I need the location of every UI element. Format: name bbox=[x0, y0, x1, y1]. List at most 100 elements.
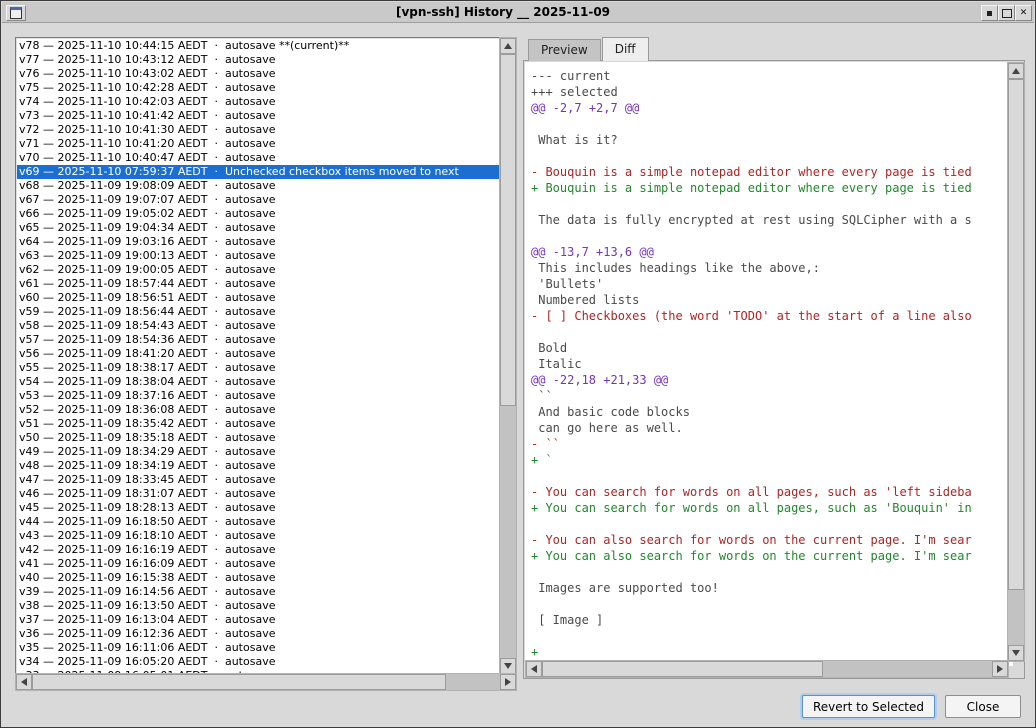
version-list-item[interactable]: v70 — 2025-11-10 10:40:47 AEDT · autosav… bbox=[17, 151, 501, 165]
version-list-item[interactable]: v74 — 2025-11-10 10:42:03 AEDT · autosav… bbox=[17, 95, 501, 109]
diff-line: And basic code blocks bbox=[531, 404, 1013, 420]
scroll-left-arrow[interactable] bbox=[526, 661, 542, 677]
scroll-track[interactable] bbox=[32, 674, 500, 690]
scroll-thumb[interactable] bbox=[542, 661, 823, 677]
revert-to-selected-button[interactable]: Revert to Selected bbox=[802, 695, 935, 718]
diff-line: + Bouquin is a simple notepad editor whe… bbox=[531, 180, 1013, 196]
scroll-thumb[interactable] bbox=[500, 54, 516, 406]
titlebar[interactable]: [vpn-ssh] History __ 2025-11-09 ✕ bbox=[2, 2, 1034, 23]
version-list-item[interactable]: v45 — 2025-11-09 18:28:13 AEDT · autosav… bbox=[17, 501, 501, 515]
maximize-button[interactable] bbox=[998, 5, 1015, 21]
version-list-item[interactable]: v57 — 2025-11-09 18:54:36 AEDT · autosav… bbox=[17, 333, 501, 347]
version-list-item[interactable]: v61 — 2025-11-09 18:57:44 AEDT · autosav… bbox=[17, 277, 501, 291]
diff-line: - You can also search for words on the c… bbox=[531, 532, 1013, 548]
version-list-item[interactable]: v42 — 2025-11-09 16:16:19 AEDT · autosav… bbox=[17, 543, 501, 557]
diff-line bbox=[531, 196, 1013, 212]
version-list-item[interactable]: v54 — 2025-11-09 18:38:04 AEDT · autosav… bbox=[17, 375, 501, 389]
scroll-down-arrow[interactable] bbox=[500, 658, 516, 674]
version-list-item[interactable]: v60 — 2025-11-09 18:56:51 AEDT · autosav… bbox=[17, 291, 501, 305]
version-list-item[interactable]: v40 — 2025-11-09 16:15:38 AEDT · autosav… bbox=[17, 571, 501, 585]
diff-line bbox=[531, 148, 1013, 164]
version-list-hscrollbar[interactable] bbox=[15, 673, 517, 691]
version-list-item[interactable]: v48 — 2025-11-09 18:34:19 AEDT · autosav… bbox=[17, 459, 501, 473]
version-list-item[interactable]: v72 — 2025-11-10 10:41:30 AEDT · autosav… bbox=[17, 123, 501, 137]
minimize-button[interactable] bbox=[981, 5, 998, 21]
version-list-item[interactable]: v73 — 2025-11-10 10:41:42 AEDT · autosav… bbox=[17, 109, 501, 123]
diff-view[interactable]: --- current+++ selected@@ -2,7 +2,7 @@ W… bbox=[525, 62, 1013, 666]
diff-line bbox=[531, 324, 1013, 340]
arrow-down-icon bbox=[504, 663, 512, 669]
version-list-item[interactable]: v49 — 2025-11-09 18:34:29 AEDT · autosav… bbox=[17, 445, 501, 459]
diff-line: Italic bbox=[531, 356, 1013, 372]
diff-line bbox=[531, 468, 1013, 484]
diff-vscrollbar[interactable] bbox=[1007, 62, 1025, 662]
version-list-item[interactable]: v62 — 2025-11-09 19:00:05 AEDT · autosav… bbox=[17, 263, 501, 277]
version-list-item[interactable]: v65 — 2025-11-09 19:04:34 AEDT · autosav… bbox=[17, 221, 501, 235]
version-list-item[interactable]: v56 — 2025-11-09 18:41:20 AEDT · autosav… bbox=[17, 347, 501, 361]
scroll-track[interactable] bbox=[542, 661, 992, 677]
version-list-item[interactable]: v77 — 2025-11-10 10:43:12 AEDT · autosav… bbox=[17, 53, 501, 67]
scroll-thumb[interactable] bbox=[32, 674, 446, 690]
version-list-item[interactable]: v37 — 2025-11-09 16:13:04 AEDT · autosav… bbox=[17, 613, 501, 627]
version-list-item[interactable]: v47 — 2025-11-09 18:33:45 AEDT · autosav… bbox=[17, 473, 501, 487]
arrow-right-icon bbox=[997, 665, 1003, 673]
version-list-item[interactable]: v34 — 2025-11-09 16:05:20 AEDT · autosav… bbox=[17, 655, 501, 669]
diff-line: @@ -13,7 +13,6 @@ bbox=[531, 244, 1013, 260]
version-list-item[interactable]: v69 — 2025-11-10 07:59:37 AEDT · Uncheck… bbox=[17, 165, 501, 179]
version-list-item[interactable]: v51 — 2025-11-09 18:35:42 AEDT · autosav… bbox=[17, 417, 501, 431]
scroll-thumb[interactable] bbox=[1008, 79, 1024, 590]
version-list-item[interactable]: v75 — 2025-11-10 10:42:28 AEDT · autosav… bbox=[17, 81, 501, 95]
scroll-left-arrow[interactable] bbox=[16, 674, 32, 690]
version-list-item[interactable]: v76 — 2025-11-10 10:43:02 AEDT · autosav… bbox=[17, 67, 501, 81]
version-list-item[interactable]: v50 — 2025-11-09 18:35:18 AEDT · autosav… bbox=[17, 431, 501, 445]
version-list-item[interactable]: v39 — 2025-11-09 16:14:56 AEDT · autosav… bbox=[17, 585, 501, 599]
diff-line bbox=[531, 628, 1013, 644]
diff-line: --- current bbox=[531, 68, 1013, 84]
version-list-item[interactable]: v53 — 2025-11-09 18:37:16 AEDT · autosav… bbox=[17, 389, 501, 403]
version-list-item[interactable]: v38 — 2025-11-09 16:13:50 AEDT · autosav… bbox=[17, 599, 501, 613]
version-list-item[interactable]: v41 — 2025-11-09 16:16:09 AEDT · autosav… bbox=[17, 557, 501, 571]
version-list-item[interactable]: v59 — 2025-11-09 18:56:44 AEDT · autosav… bbox=[17, 305, 501, 319]
arrow-left-icon bbox=[531, 665, 537, 673]
scroll-track[interactable] bbox=[1008, 79, 1024, 645]
maximize-icon bbox=[1002, 9, 1012, 18]
version-list-item[interactable]: v67 — 2025-11-09 19:07:07 AEDT · autosav… bbox=[17, 193, 501, 207]
version-list-item[interactable]: v71 — 2025-11-10 10:41:20 AEDT · autosav… bbox=[17, 137, 501, 151]
version-list-item[interactable]: v63 — 2025-11-09 19:00:13 AEDT · autosav… bbox=[17, 249, 501, 263]
version-list-item[interactable]: v36 — 2025-11-09 16:12:36 AEDT · autosav… bbox=[17, 627, 501, 641]
version-list-vscrollbar[interactable] bbox=[499, 37, 517, 675]
tab-diff[interactable]: Diff bbox=[602, 37, 649, 61]
tab-preview[interactable]: Preview bbox=[528, 39, 601, 61]
scroll-up-arrow[interactable] bbox=[500, 38, 516, 54]
version-list-item[interactable]: v78 — 2025-11-10 10:44:15 AEDT · autosav… bbox=[17, 39, 501, 53]
scroll-right-arrow[interactable] bbox=[992, 661, 1008, 677]
close-button[interactable]: Close bbox=[945, 695, 1021, 718]
scroll-right-arrow[interactable] bbox=[500, 674, 516, 690]
version-list-item[interactable]: v44 — 2025-11-09 16:18:50 AEDT · autosav… bbox=[17, 515, 501, 529]
version-list-item[interactable]: v55 — 2025-11-09 18:38:17 AEDT · autosav… bbox=[17, 361, 501, 375]
version-list-item[interactable]: v35 — 2025-11-09 16:11:06 AEDT · autosav… bbox=[17, 641, 501, 655]
version-list-item[interactable]: v43 — 2025-11-09 16:18:10 AEDT · autosav… bbox=[17, 529, 501, 543]
arrow-down-icon bbox=[1012, 650, 1020, 656]
version-list-item[interactable]: v68 — 2025-11-09 19:08:09 AEDT · autosav… bbox=[17, 179, 501, 193]
version-list-item[interactable]: v58 — 2025-11-09 18:54:43 AEDT · autosav… bbox=[17, 319, 501, 333]
scroll-up-arrow[interactable] bbox=[1008, 63, 1024, 79]
close-window-button[interactable]: ✕ bbox=[1015, 5, 1032, 21]
history-window: [vpn-ssh] History __ 2025-11-09 ✕ v78 — … bbox=[0, 0, 1036, 728]
version-list[interactable]: v78 — 2025-11-10 10:44:15 AEDT · autosav… bbox=[15, 37, 502, 676]
window-menu-button[interactable] bbox=[6, 5, 26, 21]
diff-line bbox=[531, 516, 1013, 532]
diff-line: Bold bbox=[531, 340, 1013, 356]
version-list-item[interactable]: v46 — 2025-11-09 18:31:07 AEDT · autosav… bbox=[17, 487, 501, 501]
version-list-item[interactable]: v52 — 2025-11-09 18:36:08 AEDT · autosav… bbox=[17, 403, 501, 417]
diff-line: + You can also search for words on the c… bbox=[531, 548, 1013, 564]
version-list-item[interactable]: v64 — 2025-11-09 19:03:16 AEDT · autosav… bbox=[17, 235, 501, 249]
version-list-item[interactable]: v66 — 2025-11-09 19:05:02 AEDT · autosav… bbox=[17, 207, 501, 221]
diff-line bbox=[531, 564, 1013, 580]
arrow-right-icon bbox=[505, 678, 511, 686]
scroll-down-arrow[interactable] bbox=[1008, 645, 1024, 661]
diff-line: This includes headings like the above,: bbox=[531, 260, 1013, 276]
diff-hscrollbar[interactable] bbox=[525, 660, 1009, 678]
diff-line: +++ selected bbox=[531, 84, 1013, 100]
scroll-track[interactable] bbox=[500, 54, 516, 658]
